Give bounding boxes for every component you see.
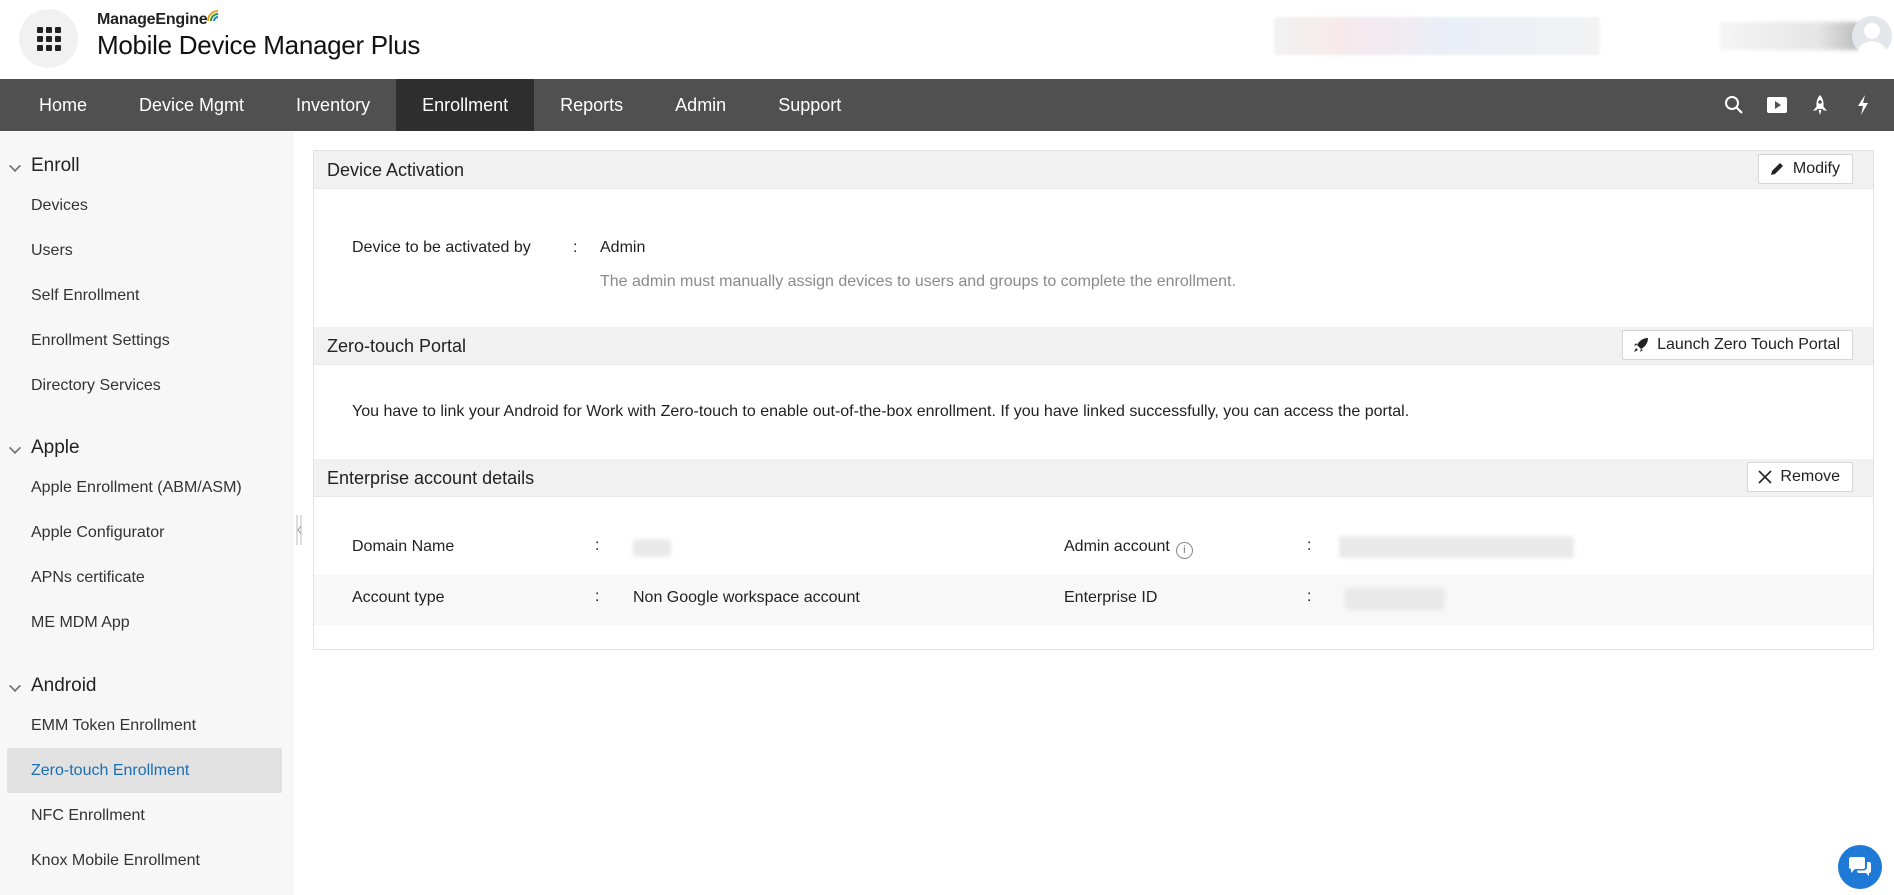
launch-zero-touch-label: Launch Zero Touch Portal [1657,336,1840,353]
user-avatar[interactable] [1852,16,1892,56]
nav-enrollment[interactable]: Enrollment [396,79,535,131]
grid-icon [36,26,61,51]
zero-touch-message: You have to link your Android for Work w… [352,403,1410,420]
main-content: Device Activation Modify Device to be ac… [313,150,1874,650]
modify-label: Modify [1792,160,1840,177]
nav-home[interactable]: Home [0,79,113,131]
lightning-icon[interactable] [1852,94,1874,116]
modify-button[interactable]: Modify [1757,154,1853,184]
main-nav: Home Device Mgmt Inventory Enrollment Re… [0,79,1894,131]
zero-touch-header: Zero-touch Portal Launch Zero Touch Port… [314,327,1873,365]
redacted-enterprise-id-value [1345,588,1445,610]
device-activation-header: Device Activation Modify [314,151,1873,189]
account-type-label: Account type [352,589,445,606]
activated-by-value: Admin [600,239,646,256]
sidebar-item-nfc-enrollment[interactable]: NFC Enrollment [7,793,282,838]
sidebar-item-apns-certificate[interactable]: APNs certificate [7,555,282,600]
video-icon[interactable] [1766,94,1788,116]
product-title: Mobile Device Manager Plus [97,30,421,60]
separator: : [595,588,600,605]
activated-by-label: Device to be activated by [352,239,531,256]
sidebar-section-title: Enroll [31,155,80,176]
nav-support[interactable]: Support [752,79,867,131]
sidebar-item-emm-token-enrollment[interactable]: EMM Token Enrollment [7,703,282,748]
sidebar-collapse-handle[interactable] [295,515,303,545]
nav-reports[interactable]: Reports [534,79,649,131]
nav-inventory[interactable]: Inventory [270,79,396,131]
admin-account-label: Admin account i [1064,538,1193,559]
search-icon[interactable] [1723,94,1745,116]
sidebar: Enroll Devices Users Self Enrollment Enr… [0,131,294,895]
chat-icon [1849,857,1871,876]
app-launcher-button[interactable] [19,9,78,68]
domain-name-label: Domain Name [352,538,455,555]
sidebar-item-apple-enrollment[interactable]: Apple Enrollment (ABM/ASM) [7,465,282,510]
remove-button[interactable]: Remove [1747,462,1853,492]
brand-logo-icon [207,10,219,22]
app-header: ManageEngine Mobile Device Manager Plus [0,0,1894,79]
sidebar-item-zero-touch-enrollment[interactable]: Zero-touch Enrollment [7,748,282,793]
sidebar-item-knox-mobile-enrollment[interactable]: Knox Mobile Enrollment [7,838,282,883]
enterprise-header: Enterprise account details Remove [314,459,1873,497]
separator: : [1307,588,1312,605]
separator: : [573,239,578,256]
redacted-domain-value [633,539,671,557]
sidebar-section-title: Android [31,675,97,696]
sidebar-section-title: Apple [31,437,80,458]
redacted-header-field [1274,17,1600,55]
sidebar-item-directory-services[interactable]: Directory Services [7,363,282,408]
nav-admin[interactable]: Admin [649,79,752,131]
close-icon [1758,470,1772,484]
sidebar-item-devices[interactable]: Devices [7,183,282,228]
info-icon[interactable]: i [1175,541,1193,559]
account-type-value: Non Google workspace account [633,589,860,606]
rocket-icon [1634,338,1649,352]
separator: : [1307,537,1312,554]
pencil-icon [1770,163,1783,175]
separator: : [595,537,600,554]
chevron-down-icon [8,679,22,693]
chat-button[interactable] [1838,845,1882,889]
sidebar-item-enrollment-settings[interactable]: Enrollment Settings [7,318,282,363]
panel-title: Enterprise account details [327,468,535,488]
panel-title: Zero-touch Portal [327,336,467,356]
chevron-down-icon [8,159,22,173]
sidebar-item-users[interactable]: Users [7,228,282,273]
chevron-down-icon [8,441,22,455]
brand-company: ManageEngine [97,11,208,28]
sidebar-item-self-enrollment[interactable]: Self Enrollment [7,273,282,318]
redacted-user-info [1720,22,1860,50]
sidebar-item-apple-configurator[interactable]: Apple Configurator [7,510,282,555]
enterprise-id-label: Enterprise ID [1064,589,1158,606]
nav-device-mgmt[interactable]: Device Mgmt [113,79,270,131]
rocket-icon[interactable] [1809,94,1831,116]
sidebar-item-me-mdm-app[interactable]: ME MDM App [7,600,282,645]
panel-title: Device Activation [327,160,465,180]
redacted-admin-account-value [1339,536,1574,558]
remove-label: Remove [1780,468,1840,485]
activation-description: The admin must manually assign devices t… [600,273,1236,290]
launch-zero-touch-button[interactable]: Launch Zero Touch Portal [1622,330,1853,360]
